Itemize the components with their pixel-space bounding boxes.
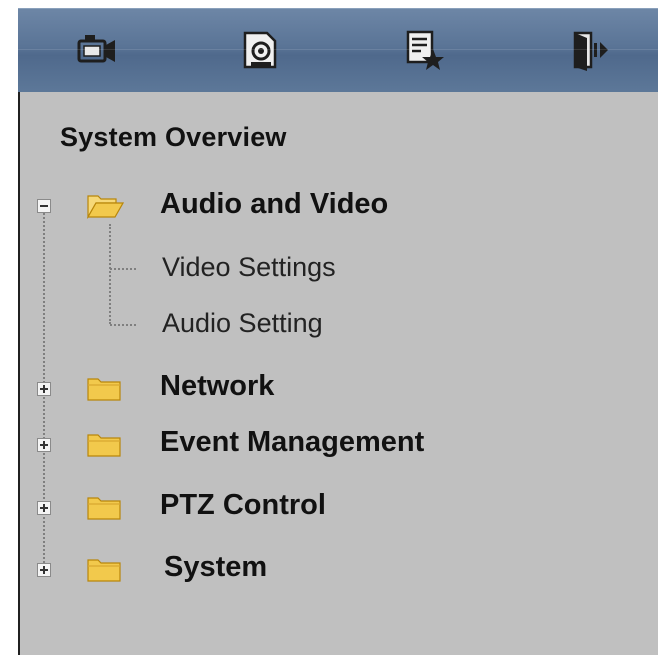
folder-icon [86,430,124,458]
live-view-button[interactable] [64,23,128,81]
system-overview-link[interactable]: System Overview [60,122,287,153]
playback-button[interactable] [228,23,292,81]
expand-toggle[interactable] [37,438,51,452]
expand-toggle[interactable] [37,501,51,515]
folder-icon [86,493,124,521]
folder-icon [86,374,124,402]
folder-open-icon [86,191,124,219]
menu-item-ptz-control[interactable]: PTZ Control [160,489,326,522]
menu-item-network[interactable]: Network [160,370,274,403]
logout-icon [565,27,611,78]
expand-toggle[interactable] [37,563,51,577]
logout-button[interactable] [556,23,620,81]
setting-button[interactable] [392,23,456,81]
settings-favorite-icon [401,27,447,78]
menu-item-system[interactable]: System [164,551,267,584]
settings-menu-panel: System Overview Audio and Video Video Se… [18,92,658,655]
top-toolbar [18,8,658,95]
playback-icon [237,27,283,78]
tree-connector [110,268,136,270]
menu-item-event-management[interactable]: Event Management [160,426,424,459]
menu-item-audio-and-video[interactable]: Audio and Video [160,188,388,221]
collapse-toggle[interactable] [37,199,51,213]
tree-connector [110,324,136,326]
tree-connector [109,224,111,324]
camera-live-view-icon [73,27,119,78]
menu-item-video-settings[interactable]: Video Settings [162,252,336,283]
folder-icon [86,555,124,583]
expand-toggle[interactable] [37,382,51,396]
menu-item-audio-setting[interactable]: Audio Setting [162,308,323,339]
app-frame: System Overview Audio and Video Video Se… [0,0,658,655]
